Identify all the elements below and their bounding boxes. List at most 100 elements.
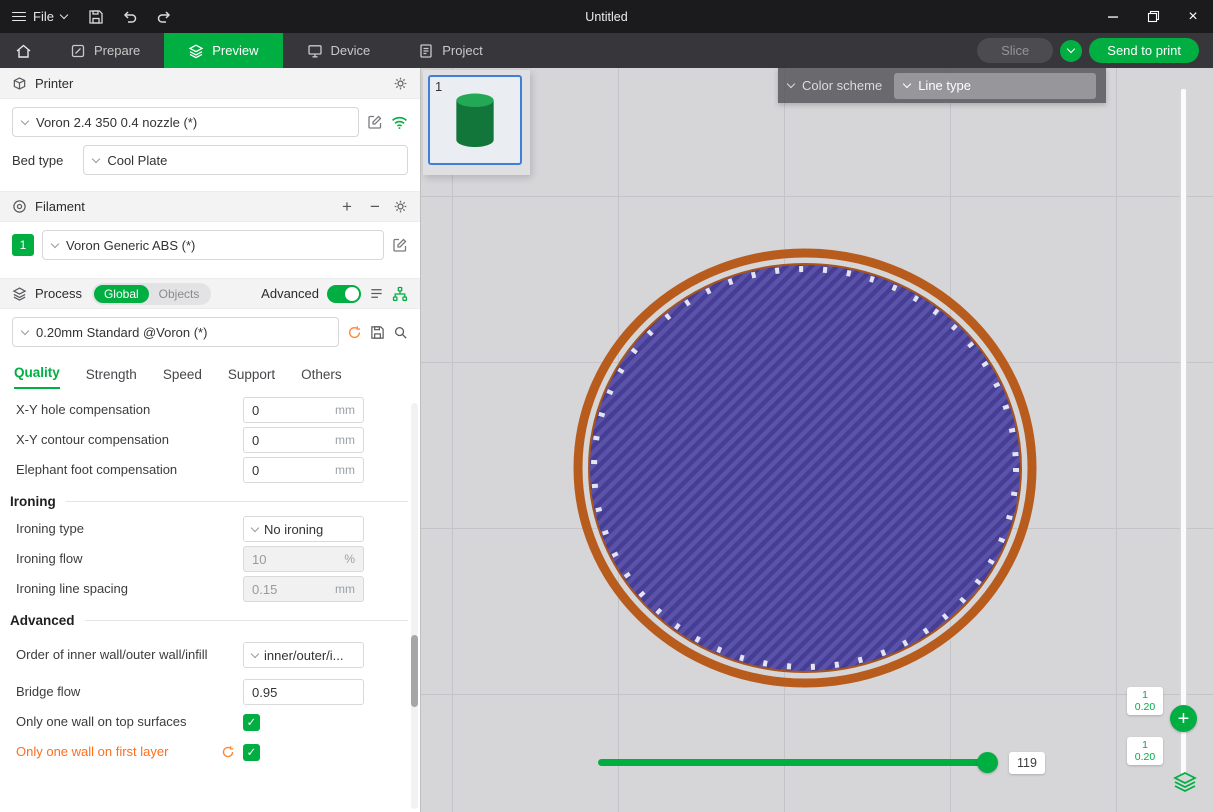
ironing-flow-input: 10 % — [243, 546, 364, 572]
elephant-foot-compensation-input[interactable]: 0 mm — [243, 457, 364, 483]
printer-settings-gear-icon[interactable] — [393, 76, 408, 91]
chevron-down-icon — [92, 154, 100, 162]
add-filament-button[interactable]: + — [337, 197, 357, 217]
wifi-icon[interactable] — [391, 115, 408, 130]
add-layer-range-button[interactable]: + — [1170, 705, 1197, 732]
sidebar-scrollbar-track[interactable] — [411, 403, 418, 809]
printer-edit-icon[interactable] — [367, 114, 383, 130]
reset-preset-icon[interactable] — [347, 325, 362, 340]
param-label: X-Y hole compensation — [16, 402, 243, 418]
process-tabs: Quality Strength Speed Support Others — [0, 355, 420, 389]
param-row-ironing-type: Ironing type No ironing — [0, 514, 420, 544]
settings-sidebar: Printer Voron 2.4 350 0.4 nozzle (*) — [0, 68, 421, 812]
device-icon — [307, 43, 323, 59]
printer-icon — [12, 76, 27, 91]
process-section-header: Process Global Objects Advanced — [0, 278, 420, 309]
tab-device-label: Device — [331, 43, 371, 58]
printer-preset-row: Voron 2.4 350 0.4 nozzle (*) — [0, 99, 420, 145]
search-icon[interactable] — [393, 325, 408, 340]
filament-section-header: Filament + − — [0, 191, 420, 222]
param-label: Bridge flow — [16, 684, 243, 700]
process-preset-value: 0.20mm Standard @Voron (*) — [36, 325, 207, 340]
filament-slot-badge[interactable]: 1 — [12, 234, 34, 256]
layer-marker-bottom: 1 0.20 — [1127, 737, 1163, 765]
maximize-button[interactable] — [1133, 0, 1173, 33]
bed-type-dropdown[interactable]: Cool Plate — [83, 145, 408, 175]
send-to-print-button[interactable]: Send to print — [1089, 38, 1199, 63]
tab-quality[interactable]: Quality — [14, 365, 60, 389]
redo-button[interactable] — [147, 0, 181, 33]
filament-settings-gear-icon[interactable] — [393, 199, 408, 214]
object-thumbnail-index: 1 — [435, 79, 442, 94]
save-preset-icon[interactable] — [370, 325, 385, 340]
param-row-elephant-foot: Elephant foot compensation 0 mm — [0, 455, 420, 485]
bridge-flow-input[interactable]: 0.95 — [243, 679, 364, 705]
redo-icon — [156, 9, 172, 25]
printer-preset-dropdown[interactable]: Voron 2.4 350 0.4 nozzle (*) — [12, 107, 359, 137]
save-button[interactable] — [79, 0, 113, 33]
tab-project[interactable]: Project — [394, 33, 506, 68]
file-menu[interactable]: File — [0, 0, 79, 33]
minimize-button[interactable] — [1093, 0, 1133, 33]
bed-type-row: Bed type Cool Plate — [0, 145, 420, 183]
one-wall-first-checkbox[interactable]: ✓ — [243, 744, 260, 761]
param-row-ironing-flow: Ironing flow 10 % — [0, 544, 420, 574]
wall-order-dropdown[interactable]: inner/outer/i... — [243, 642, 364, 668]
window-controls: × — [1093, 0, 1213, 33]
slice-button[interactable]: Slice — [977, 38, 1053, 63]
param-row-xy-hole: X-Y hole compensation 0 mm — [0, 395, 420, 425]
tab-device[interactable]: Device — [283, 33, 395, 68]
remove-filament-button[interactable]: − — [365, 197, 385, 217]
compare-list-icon[interactable] — [369, 286, 384, 301]
main-tabbar: Prepare Preview Device Project Slice Sen… — [0, 33, 1213, 68]
send-options-button[interactable] — [1060, 40, 1082, 62]
color-scheme-label: Color scheme — [802, 78, 882, 93]
titlebar: File Untitled × — [0, 0, 1213, 33]
xy-hole-compensation-input[interactable]: 0 mm — [243, 397, 364, 423]
close-button[interactable]: × — [1173, 0, 1213, 33]
maximize-icon — [1147, 10, 1160, 23]
reset-value-icon[interactable] — [221, 745, 235, 759]
layer-view-button[interactable] — [1173, 771, 1197, 796]
process-scope-toggle[interactable]: Global Objects — [92, 283, 211, 305]
tabbar-actions: Slice Send to print — [977, 33, 1213, 68]
tab-others[interactable]: Others — [301, 367, 342, 389]
object-thumbnail[interactable]: 1 — [428, 75, 522, 165]
sidebar-scrollbar-thumb[interactable] — [411, 635, 418, 707]
layer-height: 0.20 — [1135, 751, 1155, 763]
layers-icon — [1173, 771, 1197, 793]
layer-number: 1 — [1142, 739, 1148, 751]
filament-edit-icon[interactable] — [392, 237, 408, 253]
scope-global-option[interactable]: Global — [94, 285, 149, 303]
printer-section-title: Printer — [35, 76, 73, 91]
move-slider-track[interactable] — [598, 759, 995, 766]
filament-preset-dropdown[interactable]: Voron Generic ABS (*) — [42, 230, 384, 260]
advanced-toggle[interactable] — [327, 285, 361, 303]
move-slider-handle[interactable] — [977, 752, 998, 773]
layer-slider-track[interactable] — [1180, 88, 1187, 775]
tab-prepare[interactable]: Prepare — [46, 33, 164, 68]
preview-viewport[interactable]: 1 Color scheme Line type 119 — [421, 68, 1213, 812]
tab-speed[interactable]: Speed — [163, 367, 202, 389]
app-window: File Untitled × Prepare — [0, 0, 1213, 812]
scope-objects-option[interactable]: Objects — [149, 285, 210, 303]
parameter-flow-icon[interactable] — [392, 286, 408, 302]
undo-button[interactable] — [113, 0, 147, 33]
ironing-type-dropdown[interactable]: No ironing — [243, 516, 364, 542]
tab-strength[interactable]: Strength — [86, 367, 137, 389]
close-icon: × — [1188, 8, 1197, 26]
line-type-dropdown[interactable]: Line type — [894, 73, 1096, 99]
xy-contour-compensation-input[interactable]: 0 mm — [243, 427, 364, 453]
one-wall-top-checkbox[interactable]: ✓ — [243, 714, 260, 731]
color-scheme-dropdown[interactable]: Color scheme — [788, 78, 882, 93]
layer-height: 0.20 — [1135, 701, 1155, 713]
param-row-bridge-flow: Bridge flow 0.95 — [0, 677, 420, 707]
chevron-down-icon — [21, 116, 29, 124]
process-preset-dropdown[interactable]: 0.20mm Standard @Voron (*) — [12, 317, 339, 347]
param-label: Elephant foot compensation — [16, 462, 243, 478]
layer-number: 1 — [1142, 689, 1148, 701]
home-button[interactable] — [0, 33, 46, 68]
tab-preview[interactable]: Preview — [164, 33, 282, 68]
bed-type-label: Bed type — [12, 153, 63, 168]
tab-support[interactable]: Support — [228, 367, 275, 389]
